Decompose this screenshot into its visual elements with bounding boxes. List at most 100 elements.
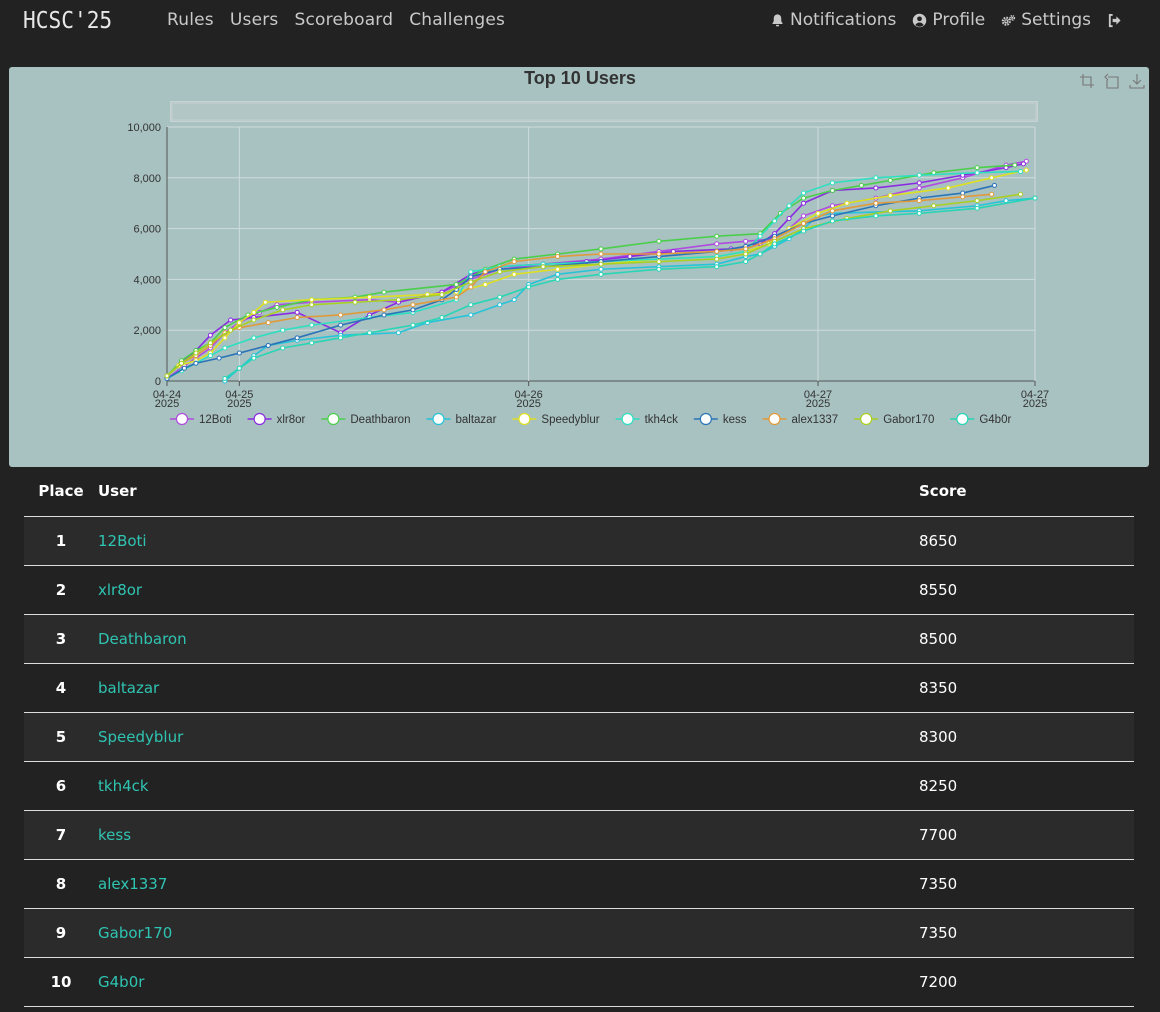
data-point — [974, 198, 980, 204]
data-point — [916, 180, 922, 186]
data-point — [207, 332, 213, 338]
data-point — [1012, 162, 1018, 168]
row-user-cell: Deathbaron — [98, 614, 919, 664]
data-point — [497, 302, 503, 308]
data-point — [960, 194, 966, 200]
data-point — [468, 312, 474, 318]
data-point — [743, 259, 749, 265]
data-point — [829, 218, 835, 224]
series-line — [224, 197, 1036, 380]
row-score: 7200 — [919, 957, 1134, 1007]
table-row: 3 Deathbaron 8500 — [24, 614, 1134, 664]
data-point — [228, 317, 234, 323]
legend-marker — [518, 412, 531, 426]
data-point — [829, 188, 835, 193]
data-point — [216, 355, 222, 361]
data-point — [873, 200, 879, 206]
user-link[interactable]: kess — [98, 826, 131, 844]
row-score: 8350 — [919, 663, 1134, 713]
data-point — [274, 304, 280, 310]
user-link[interactable]: 12Boti — [98, 532, 147, 550]
data-point — [222, 345, 228, 351]
row-place: 10 — [24, 957, 98, 1007]
data-point — [294, 309, 300, 315]
data-point — [873, 213, 879, 219]
data-point — [743, 246, 749, 252]
data-point — [265, 342, 271, 348]
scoreboard-table-wrap: Place User Score 1 12Boti 8650 2 xlr8or 8550 3… — [24, 467, 1134, 1007]
data-point — [1018, 168, 1024, 174]
legend-item: baltazar — [426, 412, 497, 426]
row-user-cell: Speedyblur — [98, 712, 919, 762]
data-point — [772, 218, 778, 224]
row-user-cell: G4b0r — [98, 957, 919, 1007]
row-user-cell: 12Boti — [98, 516, 919, 566]
legend-item: alex1337 — [762, 412, 839, 426]
data-point — [468, 302, 474, 308]
legend-marker — [175, 412, 189, 426]
data-point — [352, 299, 358, 305]
legend-item: 12Boti — [170, 412, 232, 426]
user-link[interactable]: Gabor170 — [98, 924, 172, 942]
data-point — [367, 294, 373, 300]
data-point — [815, 210, 821, 216]
data-point — [598, 271, 604, 277]
user-link[interactable]: alex1337 — [98, 875, 167, 893]
user-link[interactable]: G4b0r — [98, 973, 144, 991]
legend-marker — [860, 412, 873, 426]
series-Gabor170 — [164, 191, 1024, 379]
data-point — [540, 264, 546, 270]
data-point — [410, 302, 416, 308]
data-point — [989, 191, 995, 197]
user-link[interactable]: baltazar — [98, 679, 159, 697]
table-row: 2 xlr8or 8550 — [24, 565, 1134, 615]
y-tick-label: 6,000 — [133, 224, 161, 236]
data-point — [164, 373, 170, 379]
data-point — [410, 307, 416, 313]
data-point — [178, 360, 184, 366]
data-point — [974, 205, 980, 211]
data-point — [598, 251, 604, 257]
series-baltazar — [222, 195, 1038, 384]
data-point — [714, 264, 720, 270]
data-point — [1020, 161, 1026, 167]
x-tick-sublabel: 2025 — [1023, 398, 1047, 410]
user-link[interactable]: Speedyblur — [98, 728, 183, 746]
legend-label: baltazar — [455, 414, 496, 426]
data-point — [410, 322, 416, 328]
legend-label: alex1337 — [792, 414, 839, 426]
user-link[interactable]: xlr8or — [98, 581, 142, 599]
legend-marker — [956, 412, 969, 426]
data-point — [916, 210, 922, 216]
legend-item: tkh4ck — [615, 412, 678, 426]
data-point — [181, 365, 187, 371]
legend-item: xlr8or — [247, 412, 306, 426]
table-row: 8 alex1337 7350 — [24, 859, 1134, 909]
y-tick-label: 8,000 — [133, 173, 161, 185]
data-point — [801, 200, 807, 206]
row-place: 6 — [24, 761, 98, 811]
row-place: 9 — [24, 908, 98, 958]
legend-marker — [327, 412, 340, 426]
row-user-cell: alex1337 — [98, 859, 919, 909]
data-point — [656, 251, 662, 257]
user-link[interactable]: tkh4ck — [98, 777, 149, 795]
data-point — [829, 213, 835, 219]
data-point — [262, 299, 268, 305]
legend-marker — [768, 412, 781, 426]
data-point — [468, 279, 474, 285]
table-row: 7 kess 7700 — [24, 810, 1134, 860]
data-point — [453, 281, 459, 287]
data-point — [511, 271, 517, 277]
row-score: 8650 — [919, 516, 1134, 566]
data-point — [916, 198, 922, 204]
row-score: 8500 — [919, 614, 1134, 664]
data-point — [887, 177, 893, 183]
data-point — [656, 259, 662, 265]
table-row: 5 Speedyblur 8300 — [24, 712, 1134, 762]
row-score: 8250 — [919, 761, 1134, 811]
data-point — [555, 271, 561, 277]
user-link[interactable]: Deathbaron — [98, 630, 187, 648]
data-point — [228, 327, 234, 333]
data-point — [598, 246, 604, 252]
